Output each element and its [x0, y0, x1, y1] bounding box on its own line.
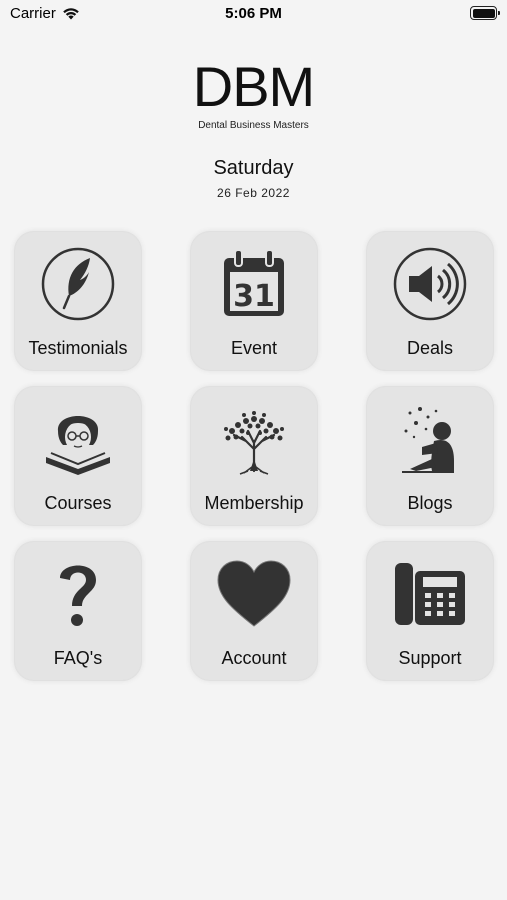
tile-support[interactable]: Support — [366, 541, 494, 681]
calendar-day-number: 31 — [233, 279, 275, 314]
feather-icon — [14, 239, 142, 329]
telephone-icon — [366, 549, 494, 639]
tile-deals[interactable]: Deals — [366, 231, 494, 371]
tile-testimonials[interactable]: Testimonials — [14, 231, 142, 371]
speaker-icon — [366, 239, 494, 329]
tile-label: Support — [398, 648, 462, 668]
tile-faqs[interactable]: FAQ's — [14, 541, 142, 681]
home-screen: Carrier 5:06 PM DBM Dental Business Mast… — [0, 0, 507, 900]
date-label: 26 Feb 2022 — [217, 186, 290, 200]
tile-membership[interactable]: Membership — [190, 386, 318, 526]
tile-label: Account — [221, 648, 287, 668]
weekday-label: Saturday — [213, 157, 294, 179]
tile-courses[interactable]: Courses — [14, 386, 142, 526]
reader-icon — [14, 394, 142, 484]
tile-label: Deals — [406, 338, 454, 358]
tile-label: Event — [230, 338, 278, 358]
question-icon — [14, 549, 142, 639]
calendar-icon: 31 — [190, 239, 318, 329]
app-subtitle: Dental Business Masters — [198, 120, 309, 131]
tile-label: Testimonials — [28, 338, 128, 358]
tile-event[interactable]: 31 Event — [190, 231, 318, 371]
tile-label: FAQ's — [53, 648, 103, 668]
tile-label: Blogs — [407, 493, 453, 513]
status-time: 5:06 PM — [225, 5, 282, 22]
tile-blogs[interactable]: Blogs — [366, 386, 494, 526]
tile-label: Courses — [44, 493, 112, 513]
heart-icon — [190, 549, 318, 639]
battery-icon — [470, 6, 500, 20]
status-bar: Carrier 5:06 PM — [0, 0, 507, 28]
app-logo: DBM — [192, 55, 315, 118]
reading-child-icon — [366, 394, 494, 484]
tile-account[interactable]: Account — [190, 541, 318, 681]
tile-label: Membership — [204, 493, 304, 513]
tree-icon — [190, 394, 318, 484]
